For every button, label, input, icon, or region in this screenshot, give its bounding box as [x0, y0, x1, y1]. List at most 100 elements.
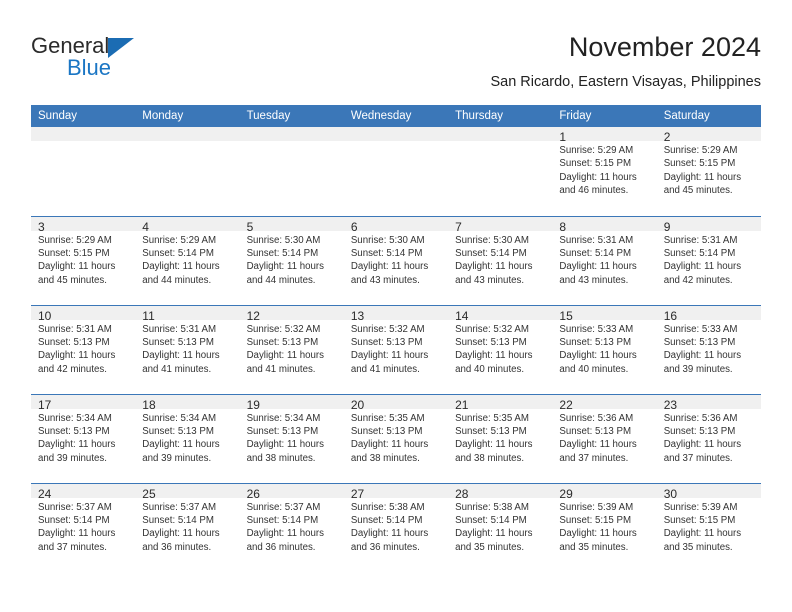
daylight-text-line2: and 44 minutes. [246, 274, 316, 286]
day-cell[interactable]: 22 Sunrise: 5:36 AM Sunset: 5:13 PM Dayl… [552, 393, 657, 483]
daylight-text-line1: Daylight: 11 hours [142, 261, 220, 273]
sunset-text: Sunset: 5:14 PM [38, 514, 110, 526]
daylight-text-line2: and 36 minutes. [246, 541, 316, 553]
daylight-text-line1: Daylight: 11 hours [559, 350, 637, 362]
daylight-text-line2: and 40 minutes. [455, 363, 525, 375]
sunrise-text: Sunrise: 5:29 AM [559, 145, 634, 156]
sunset-text: Sunset: 5:13 PM [350, 336, 423, 348]
daylight-text-line2: and 38 minutes. [246, 452, 316, 464]
sunset-text: Sunset: 5:13 PM [663, 425, 736, 437]
day-cell[interactable] [135, 127, 240, 216]
day-number: 4 [135, 216, 240, 234]
day-cell[interactable] [448, 127, 553, 216]
day-details: Sunrise: 5:34 AM Sunset: 5:13 PM Dayligh… [135, 409, 239, 466]
page-subtitle: San Ricardo, Eastern Visayas, Philippine… [490, 74, 761, 90]
day-cell[interactable]: 3 Sunrise: 5:29 AM Sunset: 5:15 PM Dayli… [31, 215, 136, 305]
weekday-header-saturday: Saturday [656, 105, 761, 127]
day-details: Sunrise: 5:38 AM Sunset: 5:14 PM Dayligh… [344, 498, 448, 555]
day-cell[interactable]: 25 Sunrise: 5:37 AM Sunset: 5:14 PM Dayl… [135, 482, 240, 572]
sunset-text: Sunset: 5:15 PM [663, 158, 736, 170]
day-details: Sunrise: 5:35 AM Sunset: 5:13 PM Dayligh… [448, 409, 552, 466]
daylight-text-line1: Daylight: 11 hours [350, 439, 429, 451]
daylight-text-line2: and 40 minutes. [559, 363, 629, 375]
day-details: Sunrise: 5:31 AM Sunset: 5:13 PM Dayligh… [31, 320, 135, 377]
day-cell[interactable]: 12 Sunrise: 5:32 AM Sunset: 5:13 PM Dayl… [239, 304, 344, 394]
day-cell[interactable]: 7 Sunrise: 5:30 AM Sunset: 5:14 PM Dayli… [448, 215, 553, 305]
day-details: Sunrise: 5:33 AM Sunset: 5:13 PM Dayligh… [657, 320, 761, 377]
day-cell[interactable]: 9 Sunrise: 5:31 AM Sunset: 5:14 PM Dayli… [656, 215, 761, 305]
sunrise-text: Sunrise: 5:38 AM [350, 501, 425, 513]
day-cell[interactable]: 11 Sunrise: 5:31 AM Sunset: 5:13 PM Dayl… [135, 304, 240, 394]
daylight-text-line1: Daylight: 11 hours [350, 350, 429, 362]
daylight-text-line1: Daylight: 11 hours [559, 171, 637, 183]
day-number: 13 [343, 305, 449, 323]
daylight-text-line1: Daylight: 11 hours [559, 439, 637, 451]
day-number: 21 [448, 394, 553, 412]
sunset-text: Sunset: 5:14 PM [559, 247, 632, 259]
day-cell[interactable]: 10 Sunrise: 5:31 AM Sunset: 5:13 PM Dayl… [31, 304, 136, 394]
day-cell[interactable]: 6 Sunrise: 5:30 AM Sunset: 5:14 PM Dayli… [343, 215, 449, 305]
day-cell[interactable] [31, 127, 136, 216]
day-number: 24 [31, 483, 136, 501]
day-cell[interactable]: 1 Sunrise: 5:29 AM Sunset: 5:15 PM Dayli… [552, 127, 657, 216]
day-cell[interactable]: 16 Sunrise: 5:33 AM Sunset: 5:13 PM Dayl… [656, 304, 761, 394]
day-cell[interactable]: 4 Sunrise: 5:29 AM Sunset: 5:14 PM Dayli… [135, 215, 240, 305]
day-cell[interactable]: 28 Sunrise: 5:38 AM Sunset: 5:14 PM Dayl… [448, 482, 553, 572]
sunrise-text: Sunrise: 5:35 AM [350, 412, 425, 424]
day-details: Sunrise: 5:37 AM Sunset: 5:14 PM Dayligh… [240, 498, 344, 555]
day-cell[interactable]: 24 Sunrise: 5:37 AM Sunset: 5:14 PM Dayl… [31, 482, 136, 572]
day-cell[interactable]: 14 Sunrise: 5:32 AM Sunset: 5:13 PM Dayl… [448, 304, 553, 394]
day-cell[interactable]: 18 Sunrise: 5:34 AM Sunset: 5:13 PM Dayl… [135, 393, 240, 483]
day-cell[interactable]: 5 Sunrise: 5:30 AM Sunset: 5:14 PM Dayli… [239, 215, 344, 305]
week-row: 24 Sunrise: 5:37 AM Sunset: 5:14 PM Dayl… [31, 482, 761, 572]
sunrise-text: Sunrise: 5:29 AM [38, 234, 112, 246]
day-cell[interactable]: 17 Sunrise: 5:34 AM Sunset: 5:13 PM Dayl… [31, 393, 136, 483]
sunrise-text: Sunrise: 5:36 AM [559, 412, 634, 424]
daylight-text-line2: and 38 minutes. [455, 452, 525, 464]
daylight-text-line1: Daylight: 11 hours [663, 171, 742, 183]
general-blue-logo[interactable]: General Blue [31, 34, 201, 90]
sunrise-text: Sunrise: 5:37 AM [38, 501, 112, 513]
day-cell[interactable]: 27 Sunrise: 5:38 AM Sunset: 5:14 PM Dayl… [343, 482, 449, 572]
sunrise-text: Sunrise: 5:31 AM [559, 234, 634, 246]
daylight-text-line2: and 38 minutes. [350, 452, 420, 464]
day-cell[interactable]: 23 Sunrise: 5:36 AM Sunset: 5:13 PM Dayl… [656, 393, 761, 483]
day-details: Sunrise: 5:35 AM Sunset: 5:13 PM Dayligh… [344, 409, 448, 466]
day-cell[interactable]: 19 Sunrise: 5:34 AM Sunset: 5:13 PM Dayl… [239, 393, 344, 483]
day-cell[interactable]: 13 Sunrise: 5:32 AM Sunset: 5:13 PM Dayl… [343, 304, 449, 394]
day-cell[interactable]: 2 Sunrise: 5:29 AM Sunset: 5:15 PM Dayli… [656, 127, 761, 216]
day-cell[interactable]: 21 Sunrise: 5:35 AM Sunset: 5:13 PM Dayl… [448, 393, 553, 483]
day-number: 8 [552, 216, 657, 234]
daylight-text-line1: Daylight: 11 hours [455, 350, 533, 362]
daylight-text-line1: Daylight: 11 hours [350, 528, 429, 540]
day-cell[interactable]: 30 Sunrise: 5:39 AM Sunset: 5:15 PM Dayl… [656, 482, 761, 572]
day-cell[interactable]: 26 Sunrise: 5:37 AM Sunset: 5:14 PM Dayl… [239, 482, 344, 572]
day-details: Sunrise: 5:30 AM Sunset: 5:14 PM Dayligh… [448, 231, 552, 288]
weekday-header-wednesday: Wednesday [343, 105, 449, 127]
sunset-text: Sunset: 5:14 PM [455, 247, 527, 259]
sunrise-text: Sunrise: 5:34 AM [142, 412, 217, 424]
sunset-text: Sunset: 5:14 PM [142, 514, 214, 526]
daylight-text-line2: and 41 minutes. [350, 363, 420, 375]
day-cell[interactable]: 15 Sunrise: 5:33 AM Sunset: 5:13 PM Dayl… [552, 304, 657, 394]
sunrise-text: Sunrise: 5:32 AM [246, 323, 321, 335]
day-number: 7 [448, 216, 553, 234]
day-details: Sunrise: 5:34 AM Sunset: 5:13 PM Dayligh… [240, 409, 344, 466]
day-cell[interactable] [343, 127, 449, 216]
day-number: 15 [552, 305, 657, 323]
day-number [448, 127, 553, 141]
sunrise-text: Sunrise: 5:31 AM [142, 323, 217, 335]
day-number: 17 [31, 394, 136, 412]
day-cell[interactable] [239, 127, 344, 216]
day-cell[interactable]: 20 Sunrise: 5:35 AM Sunset: 5:13 PM Dayl… [343, 393, 449, 483]
day-details [31, 141, 135, 144]
day-number: 12 [239, 305, 344, 323]
sunrise-text: Sunrise: 5:34 AM [38, 412, 112, 424]
day-cell[interactable]: 8 Sunrise: 5:31 AM Sunset: 5:14 PM Dayli… [552, 215, 657, 305]
sunrise-text: Sunrise: 5:31 AM [38, 323, 112, 335]
day-details: Sunrise: 5:36 AM Sunset: 5:13 PM Dayligh… [657, 409, 761, 466]
daylight-text-line2: and 37 minutes. [38, 541, 107, 553]
sunrise-text: Sunrise: 5:31 AM [663, 234, 738, 246]
sunrise-text: Sunrise: 5:35 AM [455, 412, 529, 424]
day-cell[interactable]: 29 Sunrise: 5:39 AM Sunset: 5:15 PM Dayl… [552, 482, 657, 572]
